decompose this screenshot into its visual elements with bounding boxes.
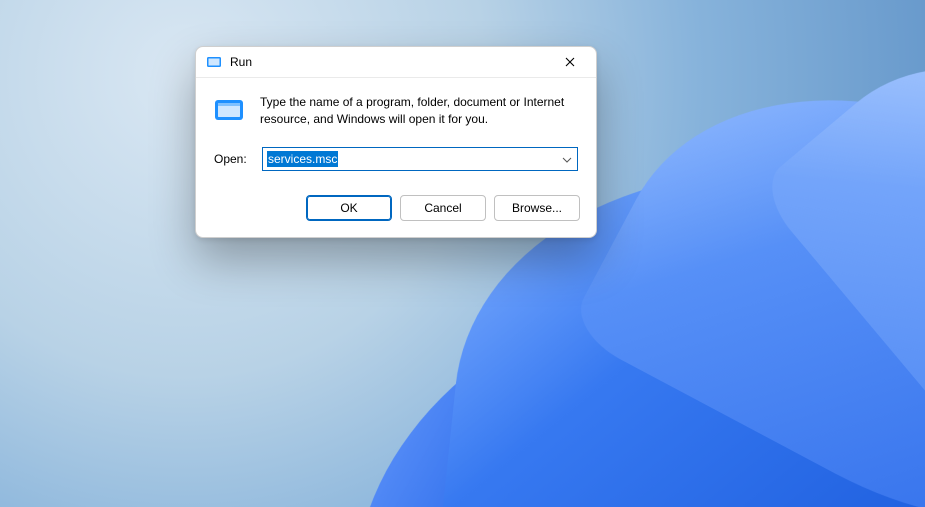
run-dialog: Run Type the name of a program, folder, … (195, 46, 597, 238)
open-input[interactable] (262, 147, 578, 171)
close-icon (565, 57, 575, 67)
dialog-title: Run (230, 55, 252, 69)
run-icon (214, 96, 246, 124)
browse-button[interactable]: Browse... (494, 195, 580, 221)
run-icon-small (206, 54, 222, 70)
open-combobox[interactable]: services.msc (262, 147, 578, 171)
dialog-buttons: OK Cancel Browse... (196, 183, 596, 237)
close-button[interactable] (548, 48, 592, 76)
cancel-button[interactable]: Cancel (400, 195, 486, 221)
titlebar[interactable]: Run (196, 47, 596, 78)
open-label: Open: (214, 152, 250, 166)
dialog-description: Type the name of a program, folder, docu… (260, 94, 578, 129)
ok-button[interactable]: OK (306, 195, 392, 221)
